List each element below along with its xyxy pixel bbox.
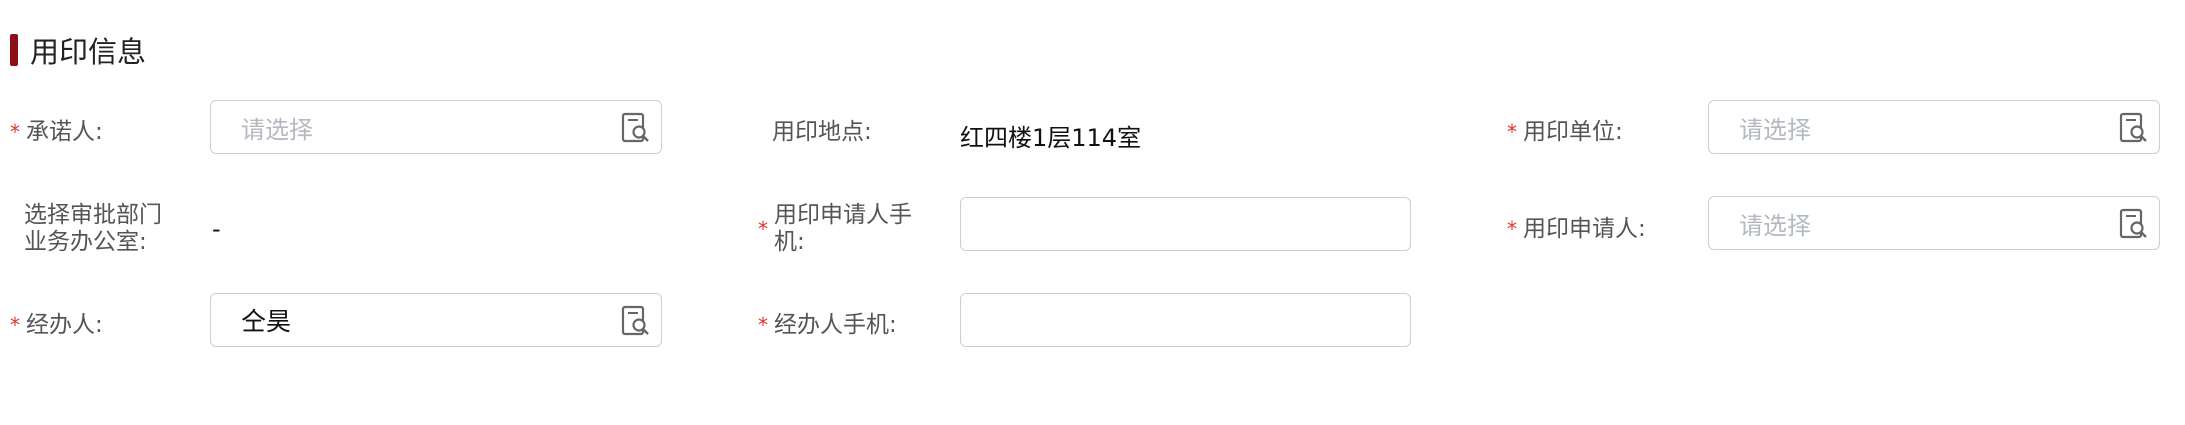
section-header: 用印信息 bbox=[10, 34, 146, 69]
handler-label: * 经办人: bbox=[10, 312, 103, 338]
contact-book-search-icon[interactable] bbox=[2119, 208, 2149, 240]
promisor-placeholder: 请选择 bbox=[241, 115, 313, 144]
unit-placeholder: 请选择 bbox=[1739, 115, 1811, 144]
location-label: 用印地点: bbox=[772, 119, 872, 145]
contact-book-search-icon[interactable] bbox=[621, 112, 651, 144]
required-marker: * bbox=[10, 120, 20, 144]
unit-label: * 用印单位: bbox=[1507, 119, 1623, 145]
required-marker: * bbox=[10, 313, 20, 337]
handler-phone-input[interactable] bbox=[960, 293, 1411, 347]
required-marker: * bbox=[1507, 120, 1517, 144]
applicant-placeholder: 请选择 bbox=[1739, 211, 1811, 240]
approval-office-label: 选择审批部门 业务办公室: bbox=[24, 202, 162, 255]
handler-value: 仝昊 bbox=[241, 307, 292, 336]
location-value: 红四楼1层114室 bbox=[960, 124, 1142, 152]
applicant-label: * 用印申请人: bbox=[1507, 216, 1646, 242]
applicant-phone-label: * 用印申请人手 机: bbox=[758, 202, 912, 255]
section-title: 用印信息 bbox=[30, 35, 147, 69]
contact-book-search-icon[interactable] bbox=[2119, 112, 2149, 144]
required-marker: * bbox=[758, 313, 768, 337]
handler-select[interactable]: 仝昊 bbox=[210, 293, 662, 347]
handler-phone-label: * 经办人手机: bbox=[758, 312, 897, 338]
required-marker: * bbox=[758, 217, 768, 241]
contact-book-search-icon[interactable] bbox=[621, 305, 651, 337]
promisor-select[interactable]: 请选择 bbox=[210, 100, 662, 154]
applicant-phone-input[interactable] bbox=[960, 197, 1411, 251]
required-marker: * bbox=[1507, 217, 1517, 241]
applicant-select[interactable]: 请选择 bbox=[1708, 196, 2160, 250]
unit-select[interactable]: 请选择 bbox=[1708, 100, 2160, 154]
promisor-label: * 承诺人: bbox=[10, 119, 103, 145]
section-accent-bar bbox=[10, 34, 18, 66]
approval-office-value: - bbox=[212, 215, 221, 243]
